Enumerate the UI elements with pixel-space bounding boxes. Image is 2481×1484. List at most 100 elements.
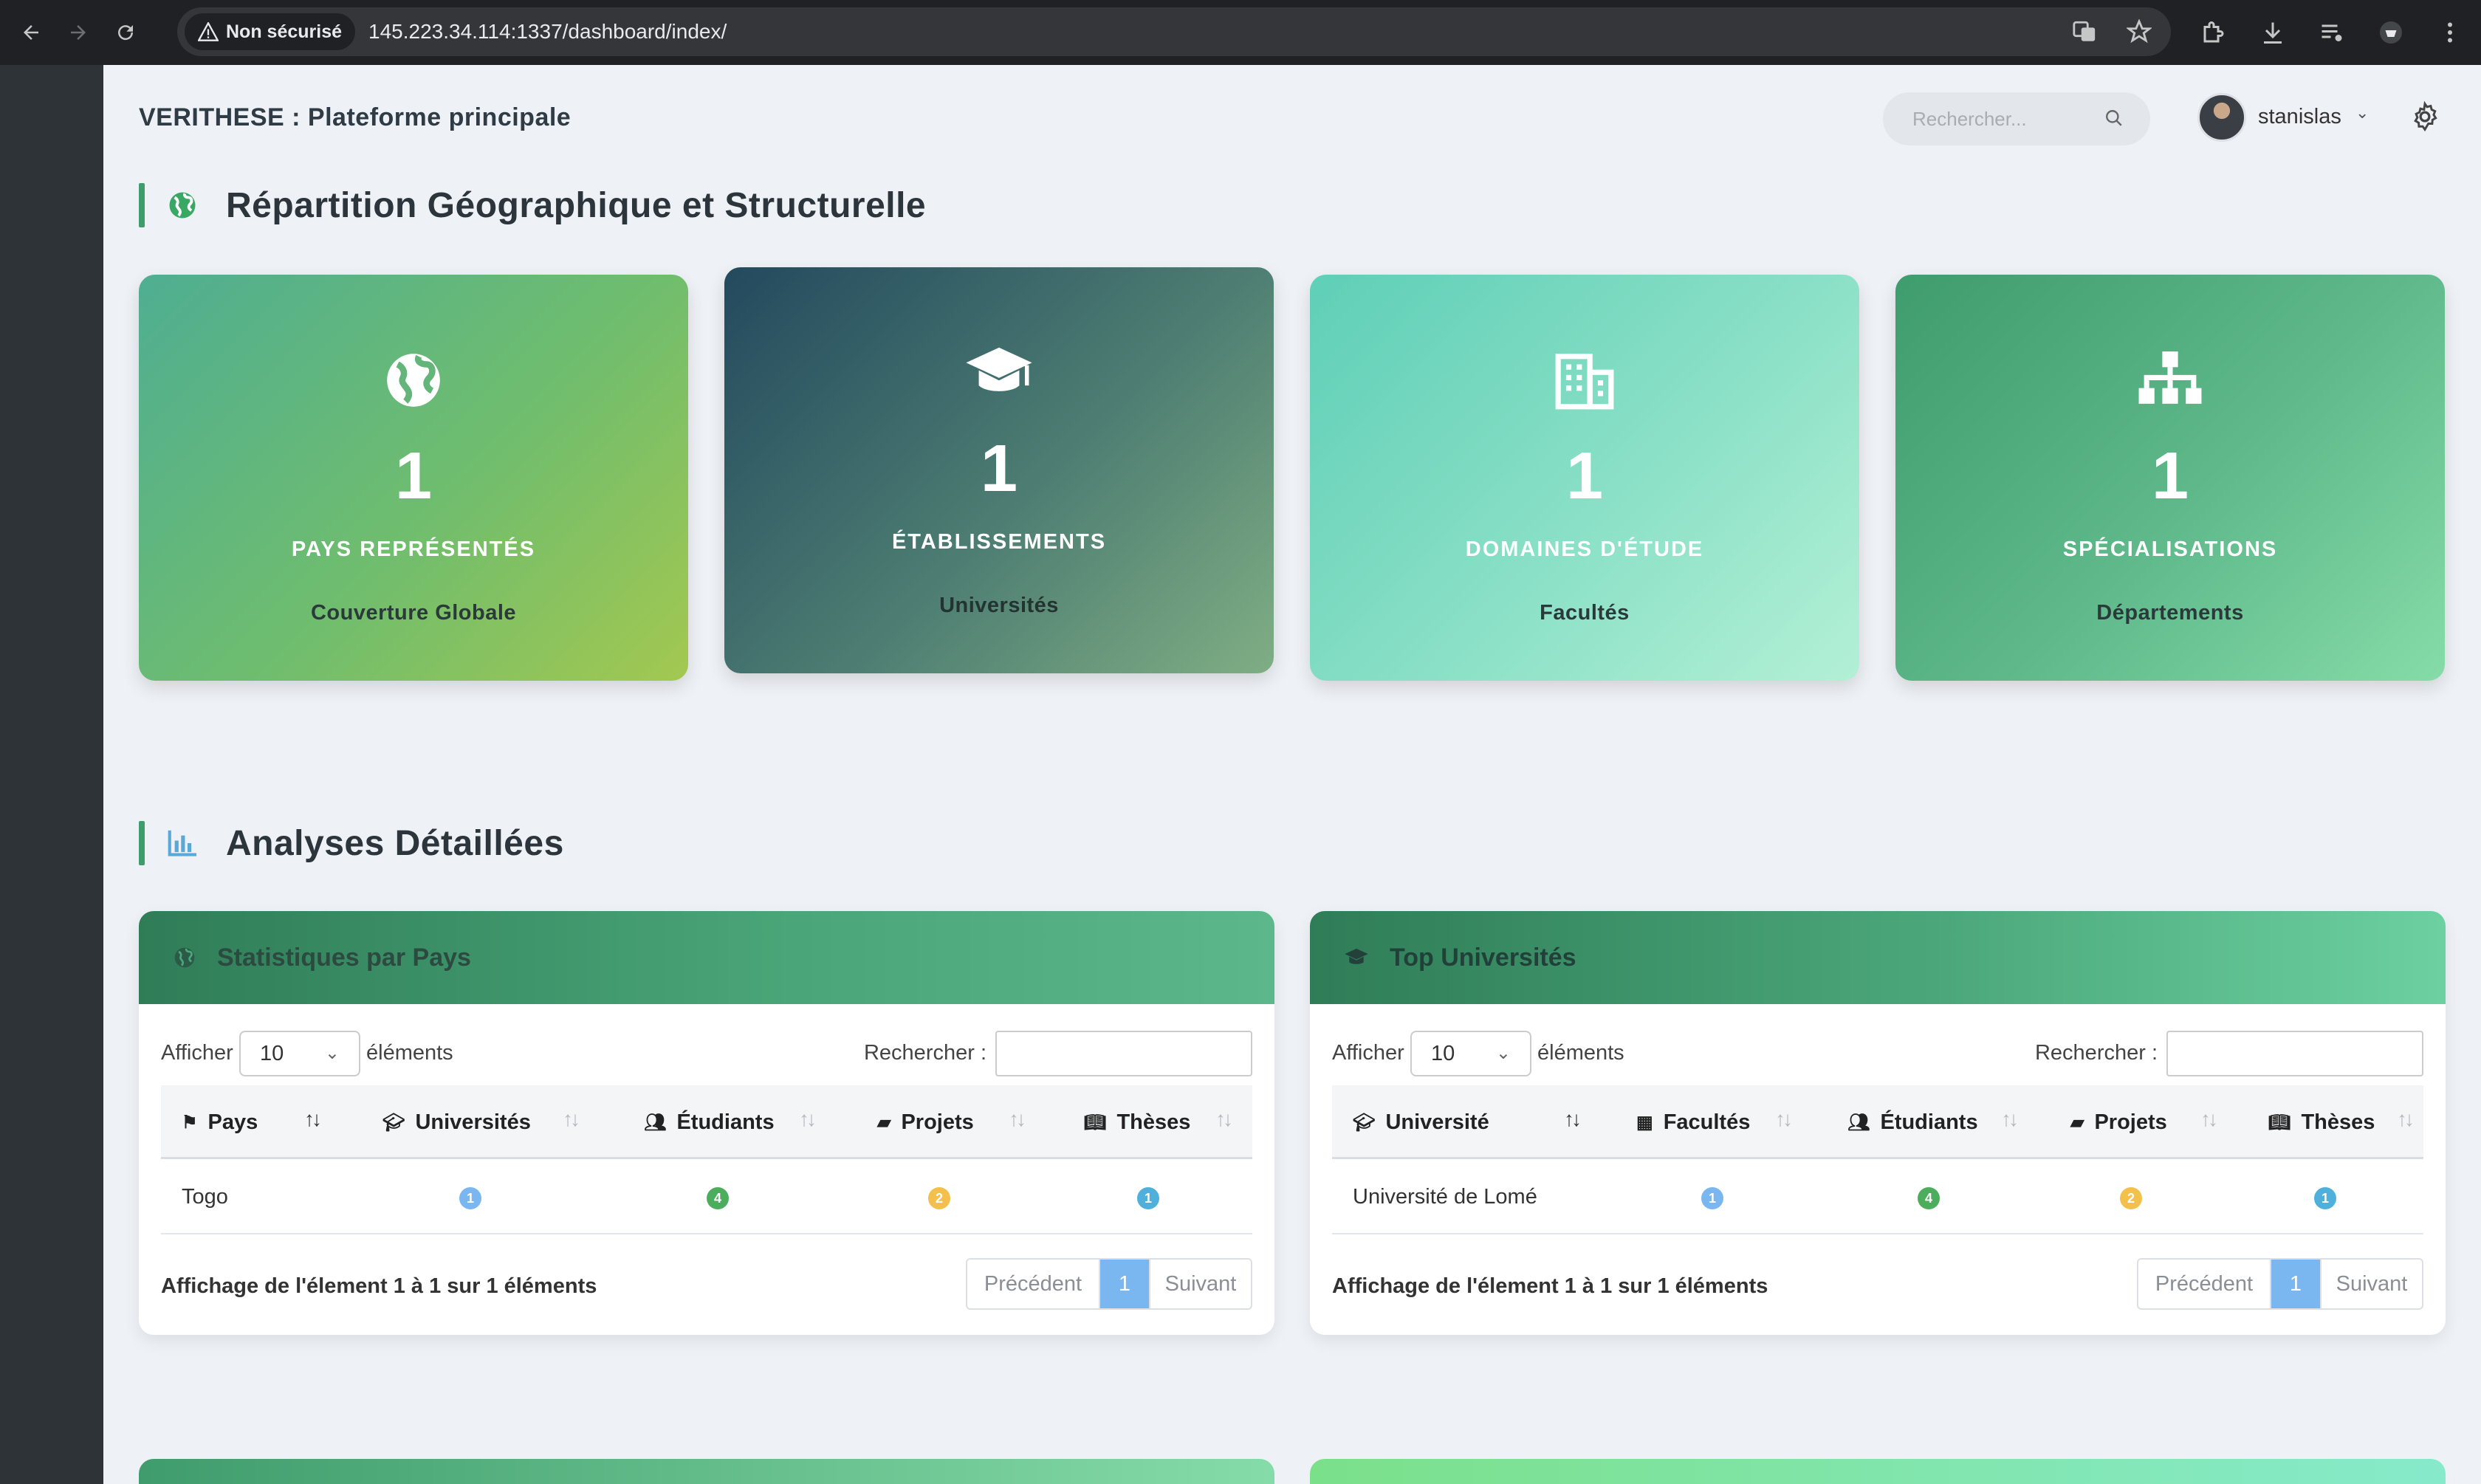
next-page-button[interactable]: Suivant	[2320, 1260, 2422, 1308]
section-heading: Répartition Géographique et Structurelle	[226, 185, 927, 225]
media-controls-icon[interactable]	[2319, 19, 2345, 46]
kebab-menu-icon[interactable]	[2437, 19, 2463, 46]
reload-icon	[118, 25, 134, 41]
user-menu[interactable]: stanislas	[2258, 105, 2341, 129]
page-size-select[interactable]: 10 ⌄	[1410, 1031, 1531, 1076]
page-size-value: 10	[260, 1041, 284, 1065]
entries-label: éléments	[366, 1041, 453, 1065]
section-accent-bar	[139, 821, 145, 865]
stat-value: 1	[394, 439, 433, 513]
sort-icon[interactable]: ↑↓	[2200, 1107, 2218, 1131]
count-badge: 1	[459, 1187, 481, 1209]
users-icon: 👥︎	[1847, 1112, 1870, 1133]
panel-title: Top Universités	[1390, 943, 1576, 972]
bar-chart-icon	[165, 826, 199, 860]
url-text[interactable]: 145.223.34.114:1337/dashboard/index/	[368, 20, 727, 44]
column-header-universites[interactable]: 🎓︎ Universités	[382, 1085, 531, 1159]
section-title-analysis: Analyses Détaillées	[139, 821, 564, 865]
show-label: Afficher	[161, 1041, 233, 1065]
sort-icon[interactable]: ↑↓	[1775, 1107, 1793, 1131]
sort-icon[interactable]: ↑↓	[2397, 1107, 2415, 1131]
reload-button[interactable]	[109, 16, 142, 49]
sort-icon[interactable]: ↑↓	[799, 1107, 817, 1131]
column-header-projets[interactable]: ▰ Projets	[877, 1085, 974, 1159]
app-header: VERITHESE : Plateforme principale Recher…	[103, 65, 2481, 168]
stat-label: SPÉCIALISATIONS	[2062, 537, 2278, 561]
sort-icon[interactable]: ↑↓	[304, 1107, 322, 1131]
stat-label: DOMAINES D'ÉTUDE	[1465, 537, 1704, 561]
stat-sublabel: Universités	[939, 594, 1059, 617]
cell-name: Togo	[182, 1184, 228, 1209]
stat-card-domains[interactable]: 1 DOMAINES D'ÉTUDE Facultés	[1310, 275, 1859, 681]
gear-icon[interactable]	[2409, 100, 2441, 133]
flag-icon: ⚑	[182, 1112, 198, 1133]
book-icon: 📖︎	[1084, 1112, 1107, 1133]
page-button[interactable]: 1	[2271, 1260, 2320, 1308]
column-header-projets[interactable]: ▰ Projets	[2070, 1085, 2167, 1159]
column-header-etudiants[interactable]: 👥︎ Étudiants	[1847, 1085, 1978, 1159]
address-bar[interactable]: Non sécurisé 145.223.34.114:1337/dashboa…	[177, 7, 2171, 56]
section-title-geo: Répartition Géographique et Structurelle	[139, 183, 926, 227]
chevron-down-icon: ⌄	[324, 1043, 340, 1063]
sort-icon[interactable]: ↑↓	[563, 1107, 580, 1131]
extensions-icon[interactable]	[2200, 19, 2227, 46]
table-footer: Affichage de l'élement 1 à 1 sur 1 éléme…	[1332, 1258, 2423, 1310]
page-button[interactable]: 1	[1100, 1260, 1149, 1308]
table-footer: Affichage de l'élement 1 à 1 sur 1 éléme…	[161, 1258, 1252, 1310]
stat-card-institutions[interactable]: 1 ÉTABLISSEMENTS Universités	[724, 267, 1274, 673]
table-search-input[interactable]	[2166, 1031, 2423, 1076]
sort-icon[interactable]: ↑↓	[2001, 1107, 2019, 1131]
prev-page-button[interactable]: Précédent	[967, 1260, 1100, 1308]
sort-icon[interactable]: ↑↓	[1009, 1107, 1026, 1131]
security-label: Non sécurisé	[226, 21, 343, 42]
book-icon: 📖︎	[2268, 1112, 2291, 1133]
table-info: Affichage de l'élement 1 à 1 sur 1 éléme…	[161, 1274, 597, 1298]
globe-icon	[165, 188, 199, 222]
stat-card-specializations[interactable]: 1 SPÉCIALISATIONS Départements	[1895, 275, 2445, 681]
graduation-cap-icon	[724, 341, 1274, 405]
profile-icon[interactable]	[2378, 19, 2404, 46]
section-heading: Analyses Détaillées	[226, 823, 564, 863]
count-badge: 2	[2120, 1187, 2142, 1209]
sitemap-icon	[1895, 348, 2445, 412]
folder-icon: ▰	[877, 1112, 891, 1133]
table-search-input[interactable]	[995, 1031, 1252, 1076]
star-icon[interactable]	[2127, 19, 2152, 44]
header-search-input[interactable]: Rechercher...	[1883, 92, 2150, 145]
app-title: VERITHESE : Plateforme principale	[139, 103, 572, 131]
security-chip[interactable]: Non sécurisé	[185, 13, 356, 50]
forward-button[interactable]	[62, 16, 95, 49]
stat-value: 1	[2151, 439, 2189, 513]
sort-icon[interactable]: ↑↓	[1564, 1107, 1582, 1131]
search-label: Rechercher :	[863, 1041, 986, 1065]
data-table: ⚑ Pays ↑↓ 🎓︎ Universités ↑↓ 👥︎ Étudiants ↑↓…	[161, 1085, 1252, 1234]
graduation-cap-icon: 🎓︎	[1353, 1112, 1376, 1133]
column-header-theses[interactable]: 📖︎ Thèses	[2268, 1085, 2375, 1159]
graduation-cap-icon: 🎓︎	[382, 1112, 405, 1133]
translate-icon[interactable]	[2072, 19, 2097, 44]
download-icon[interactable]	[2259, 19, 2286, 46]
stat-value: 1	[980, 432, 1018, 506]
back-button[interactable]	[15, 16, 47, 49]
prev-page-button[interactable]: Précédent	[2138, 1260, 2271, 1308]
column-header-universite[interactable]: 🎓︎ Université	[1353, 1085, 1489, 1159]
column-header-pays[interactable]: ⚑ Pays	[182, 1085, 258, 1159]
avatar[interactable]	[2197, 93, 2246, 142]
stat-card-countries[interactable]: 1 PAYS REPRÉSENTÉS Couverture Globale	[139, 275, 688, 681]
column-header-facultes[interactable]: ▦ Facultés	[1636, 1085, 1750, 1159]
search-icon[interactable]	[2104, 109, 2124, 128]
column-header-etudiants[interactable]: 👥︎ Étudiants	[644, 1085, 775, 1159]
column-header-theses[interactable]: 📖︎ Thèses	[1084, 1085, 1190, 1159]
stat-label: PAYS REPRÉSENTÉS	[291, 537, 536, 561]
table-row[interactable]: Université de Lomé 1 4 2 1	[1332, 1159, 2423, 1234]
next-page-button[interactable]: Suivant	[1149, 1260, 1251, 1308]
page-size-select[interactable]: 10 ⌄	[239, 1031, 360, 1076]
sort-icon[interactable]: ↑↓	[1215, 1107, 1233, 1131]
cell-name: Université de Lomé	[1353, 1184, 1537, 1209]
chevron-down-icon[interactable]: ⌄	[2355, 103, 2369, 123]
stat-label: ÉTABLISSEMENTS	[891, 530, 1107, 554]
table-row[interactable]: Togo 1 4 2 1	[161, 1159, 1252, 1234]
panel-header: Top Universités	[1310, 911, 2446, 1004]
stat-sublabel: Facultés	[1540, 601, 1630, 625]
pagination: Précédent 1 Suivant	[966, 1258, 1252, 1310]
